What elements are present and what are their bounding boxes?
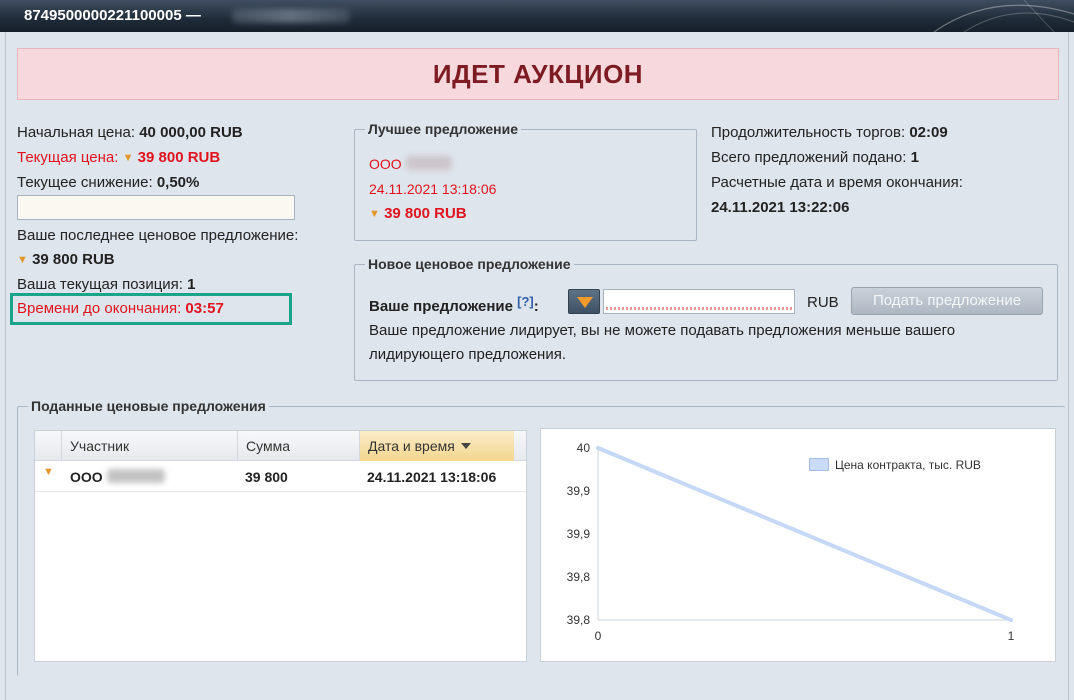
time-left: Времени до окончания: 03:57 [17, 300, 224, 317]
row-amount: 39 800 [245, 469, 288, 485]
leading-offer-info-line2: лидирующего предложения. [369, 346, 567, 363]
y-tick-label: 39,8 [567, 613, 591, 627]
y-tick-label: 39,8 [567, 570, 591, 584]
column-header-amount[interactable]: Сумма [237, 431, 359, 461]
current-price-value: 39 800 RUB [137, 149, 221, 166]
best-offer-legend: Лучшее предложение [368, 121, 519, 137]
start-price: Начальная цена: 40 000,00 RUB [17, 124, 243, 141]
legend-swatch [809, 458, 829, 471]
current-price: Текущая цена: ▼ 39 800 RUB [17, 149, 220, 166]
y-tick-label: 39,9 [567, 527, 591, 541]
window-title-hidden-name [232, 9, 350, 23]
price-chart: 40 39,9 39,9 39,8 39,8 0 1 Цена контракта, тыс… [540, 428, 1056, 662]
current-decrease-value: 0,50% [156, 174, 200, 191]
time-left-label: Времени до окончания: [17, 300, 182, 317]
down-arrow-icon: ▼ [43, 466, 54, 478]
time-left-value: 03:57 [185, 300, 224, 317]
best-offer-company-name: ООО [369, 156, 402, 172]
estimated-end-label: Расчетные дата и время окончания: [711, 174, 963, 191]
current-decrease-label: Текущее снижение: [17, 174, 153, 191]
submit-offer-button[interactable]: Подать предложение [851, 287, 1043, 315]
price-data-point [596, 446, 600, 450]
down-arrow-icon: ▼ [122, 152, 134, 164]
row-participant: ООО [70, 462, 165, 492]
current-decrease: Текущее снижение: 0,50% [17, 174, 199, 191]
window-titlebar: 8749500000221100005 — [0, 0, 1074, 32]
window-title: 8749500000221100005 — [24, 7, 201, 24]
current-position-label: Ваша текущая позиция: [17, 276, 183, 293]
current-position-value: 1 [187, 276, 196, 293]
start-price-label: Начальная цена: [17, 124, 136, 141]
price-series-line [596, 446, 1013, 622]
submitted-offers-legend: Поданные ценовые предложения [31, 398, 266, 414]
estimated-end-value: 24.11.2021 13:22:06 [711, 199, 850, 216]
titlebar-globe-decoration [933, 0, 1074, 32]
best-offer-datetime: 24.11.2021 13:18:06 [369, 181, 497, 197]
x-tick-label: 1 [1008, 629, 1015, 643]
auction-duration-value: 02:09 [909, 124, 948, 141]
down-arrow-icon: ▼ [17, 254, 28, 266]
chart-legend: Цена контракта, тыс. RUB [809, 458, 981, 472]
your-offer-label: Ваше предложение [369, 298, 513, 315]
column-header-participant[interactable]: Участник [61, 431, 237, 461]
decrease-progress-bar [17, 195, 295, 220]
x-tick-label: 0 [595, 629, 602, 643]
price-offer-input[interactable] [603, 289, 795, 314]
offers-count-value: 1 [910, 149, 919, 166]
offers-table: Участник Сумма Дата и время ▼ ООО 39 800… [34, 430, 527, 662]
start-price-value: 40 000,00 RUB [139, 124, 243, 141]
column-header-amount-label: Сумма [246, 438, 290, 454]
row-datetime: 24.11.2021 13:18:06 [367, 469, 497, 485]
y-tick-label: 40 [577, 441, 591, 455]
best-offer-price-value: 39 800 RUB [384, 205, 467, 222]
offers-table-header: Участник Сумма Дата и время [35, 431, 526, 461]
current-price-label: Текущая цена: [17, 149, 119, 166]
price-data-point [1009, 618, 1013, 622]
last-offer-value: 39 800 RUB [32, 251, 115, 268]
offers-count: Всего предложений подано: 1 [711, 149, 919, 166]
down-arrow-icon: ▼ [369, 208, 380, 220]
your-offer-label-wrap: Ваше предложение [?]: [369, 294, 539, 315]
y-tick-label: 39,9 [567, 484, 591, 498]
row-participant-name: ООО [70, 469, 103, 485]
sort-descending-icon [460, 443, 471, 449]
leading-offer-info-line1: Ваше предложение лидирует, вы не можете … [369, 322, 956, 339]
offers-count-label: Всего предложений подано: [711, 149, 907, 166]
currency-label: RUB [807, 294, 839, 311]
table-row[interactable]: ▼ ООО 39 800 24.11.2021 13:18:06 [35, 462, 526, 492]
column-header-datetime-label: Дата и время [368, 438, 455, 454]
current-position: Ваша текущая позиция: 1 [17, 276, 195, 293]
help-link[interactable]: [?] [517, 294, 534, 309]
last-offer-label: Ваше последнее ценовое предложение: [17, 227, 299, 244]
price-step-dropdown-button[interactable] [568, 289, 600, 314]
best-offer-company: ООО [369, 156, 452, 172]
best-offer-price: ▼ 39 800 RUB [369, 205, 467, 222]
column-header-participant-label: Участник [70, 438, 130, 454]
legend-series-label: Цена контракта, тыс. RUB [835, 458, 981, 472]
last-offer: ▼ 39 800 RUB [17, 251, 115, 268]
column-header-datetime[interactable]: Дата и время [359, 431, 514, 461]
new-offer-legend: Новое ценовое предложение [368, 256, 571, 272]
auction-duration: Продолжительность торгов: 02:09 [711, 124, 948, 141]
auction-status-banner: ИДЕТ АУКЦИОН [17, 48, 1059, 100]
your-offer-colon: : [533, 298, 539, 315]
hidden-company-name [106, 469, 165, 483]
hidden-company-name [405, 156, 452, 170]
auction-duration-label: Продолжительность торгов: [711, 124, 906, 141]
